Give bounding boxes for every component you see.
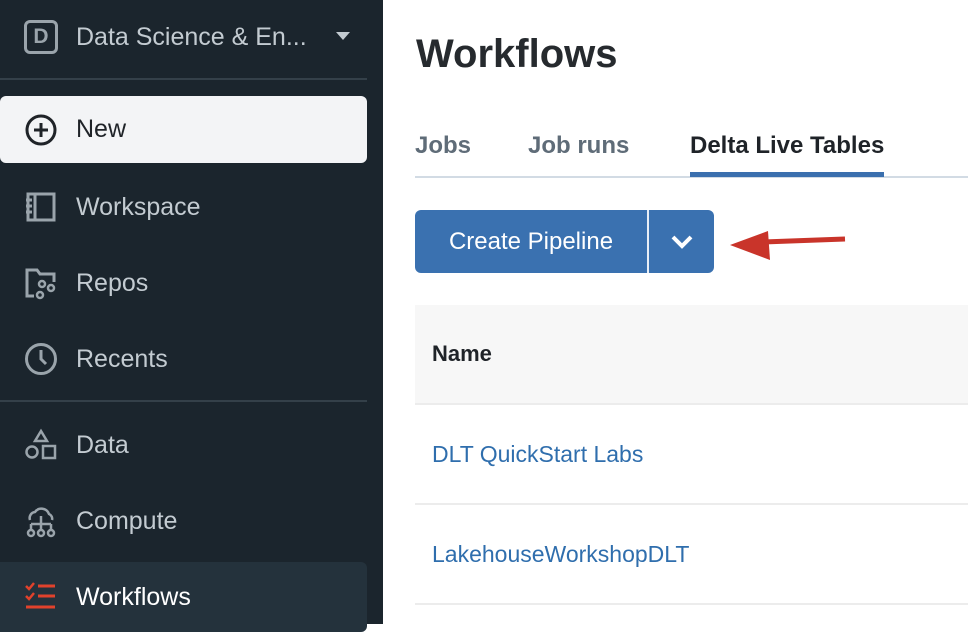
sidebar-item-label: Workflows — [76, 582, 191, 611]
sidebar-item-label: Compute — [76, 506, 178, 535]
sidebar-item-data[interactable]: Data — [0, 412, 367, 478]
divider — [0, 400, 367, 402]
table-row: LakehouseWorkshopDLT — [415, 505, 968, 605]
sidebar-item-label: Repos — [76, 268, 149, 297]
column-header-name[interactable]: Name — [415, 305, 968, 405]
create-pipeline-button[interactable]: Create Pipeline — [415, 210, 649, 273]
sidebar-item-workflows[interactable]: Workflows — [0, 562, 367, 632]
workspace-switcher[interactable]: D Data Science & En... — [24, 20, 307, 54]
sidebar-item-label: New — [76, 115, 127, 143]
notebook-icon — [26, 192, 56, 222]
sidebar-item-label: Recents — [76, 344, 168, 373]
checklist-icon — [25, 582, 55, 609]
sidebar-item-new[interactable]: New — [0, 96, 367, 163]
sidebar-item-compute[interactable]: Compute — [0, 488, 367, 554]
annotation-arrow — [730, 231, 846, 260]
sidebar-item-recents[interactable]: Recents — [0, 326, 367, 392]
sidebar-item-label: Workspace — [76, 192, 201, 221]
chevron-down-icon — [671, 235, 692, 249]
workspace-logo: D — [24, 20, 58, 54]
tab-delta-live-tables[interactable]: Delta Live Tables — [690, 132, 885, 177]
sidebar-item-repos[interactable]: Repos — [0, 250, 367, 316]
create-pipeline-dropdown-button[interactable] — [649, 210, 714, 273]
workspace-name: Data Science & En... — [76, 22, 307, 51]
sidebar: D Data Science & En... New Workspace Rep… — [0, 0, 383, 632]
cloud-network-icon — [26, 507, 56, 538]
plus-circle-icon — [25, 114, 57, 145]
shapes-icon — [25, 428, 57, 460]
tab-job-runs[interactable]: Job runs — [528, 132, 629, 160]
main-content: Workflows Jobs Job runs Delta Live Table… — [383, 0, 968, 624]
tab-bar: Jobs Job runs Delta Live Tables — [415, 128, 968, 178]
sidebar-item-workspace[interactable]: Workspace — [0, 174, 367, 240]
pipeline-link[interactable]: LakehouseWorkshopDLT — [432, 541, 689, 568]
caret-down-icon[interactable] — [336, 32, 350, 40]
create-pipeline-split-button: Create Pipeline — [415, 210, 714, 273]
table-row: DLT QuickStart Labs — [415, 405, 968, 505]
pipeline-link[interactable]: DLT QuickStart Labs — [432, 441, 643, 468]
tab-jobs[interactable]: Jobs — [415, 132, 471, 160]
divider — [0, 78, 367, 80]
page-title: Workflows — [416, 32, 618, 76]
pipelines-table: Name DLT QuickStart Labs LakehouseWorksh… — [415, 305, 968, 605]
repo-folder-icon — [25, 268, 56, 300]
clock-icon — [25, 343, 57, 375]
sidebar-item-label: Data — [76, 430, 129, 459]
